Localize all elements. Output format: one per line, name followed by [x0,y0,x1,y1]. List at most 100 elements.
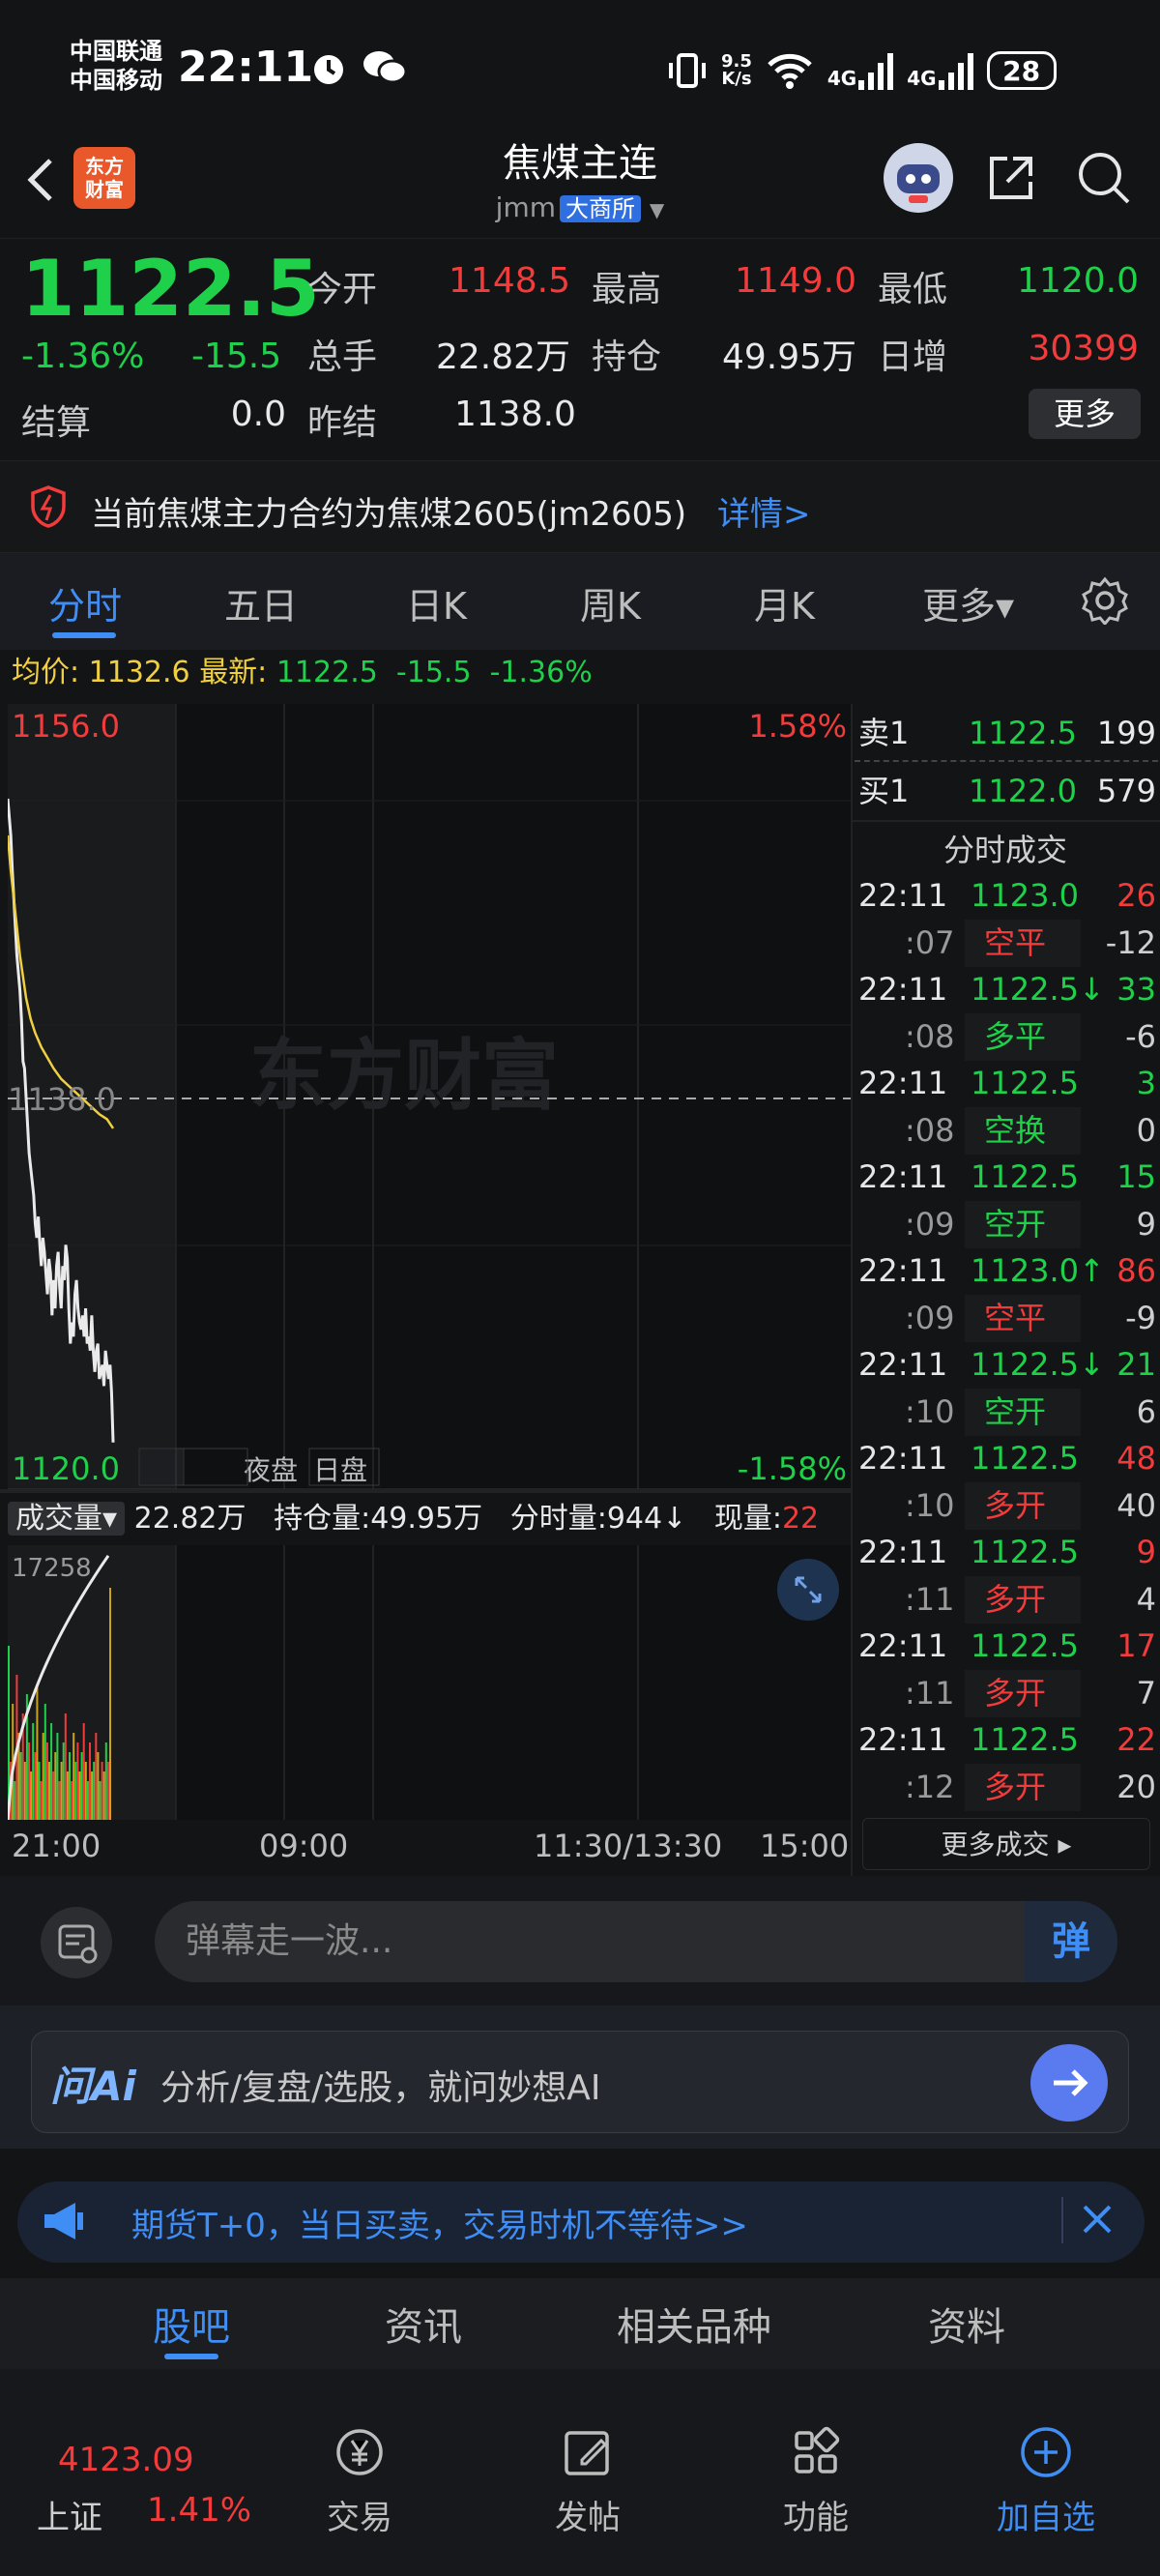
chart-separator [0,1489,851,1493]
trade-oi-change: 20 [1116,1769,1156,1805]
trade-row: 22:11 1122.5 22 [858,1716,1156,1764]
nav-add-watchlist[interactable]: 加自选 [988,2423,1104,2538]
time-label-1: 21:00 [12,1828,102,1864]
search-icon[interactable] [1075,149,1133,207]
oi-change-value: 30399 [1028,329,1139,368]
net-speed: 9.5 K/s [721,53,752,88]
notice-text: 当前焦煤主力合约为焦煤2605(jm2605) [91,495,687,534]
trade-time: 22:11 [858,877,948,914]
trade-price: 1122.5 [971,1440,1079,1477]
trade-row: 22:11 1122.5 48 [858,1435,1156,1482]
tab-profile[interactable]: 资料 [928,2296,1005,2352]
volume-bar [74,1762,77,1820]
more-button[interactable]: 更多 [1029,389,1141,439]
trade-price: 1122.5 [971,1721,1079,1758]
trade-row: 22:11 1123.0↑ 86 [858,1247,1156,1295]
tab-news[interactable]: 资讯 [385,2296,462,2352]
volume-bar [95,1733,98,1820]
tab-forum[interactable]: 股吧 [153,2296,230,2352]
intraday-chart[interactable]: 东方财富 1156.0 1.58% 1138.0 1120.0 -1.58% 夜… [8,704,851,1489]
index-value[interactable]: 4123.09 [58,2441,194,2479]
signal-2-label: 4G [907,67,937,90]
trade-oi-change: -6 [1125,1018,1156,1055]
trade-price: 1123.0 [971,877,1079,914]
tab-intraday[interactable]: 分时 [48,576,122,629]
volume-bar [34,1752,37,1820]
wifi-icon [768,53,812,89]
trade-sub-row: :07 空平 -12 [858,920,1156,967]
current-volume-value: 22 [781,1502,820,1536]
tab-daily-k[interactable]: 日K [406,576,467,629]
tab-weekly-k[interactable]: 周K [580,576,641,629]
volume-chart[interactable]: 17258 [8,1545,851,1820]
top-percent-label: 1.58% [748,708,847,745]
volume-label: 总手 [307,337,378,377]
trade-seconds: :10 [905,1487,955,1524]
share-icon[interactable] [984,151,1038,205]
avg-value: 1132.6 [88,656,190,689]
arrow-right-icon[interactable] [1030,2044,1108,2122]
current-volume-label: 现量: [713,1502,782,1536]
nav-function[interactable]: 功能 [758,2423,874,2538]
nav-trade[interactable]: 交易 [302,2423,418,2538]
volume-bar [62,1742,65,1820]
trade-sub-row: :10 多开 40 [858,1482,1156,1530]
signal-1-icon: 4G [827,51,894,90]
time-label-2: 09:00 [259,1828,349,1864]
wechat-icon [362,48,408,91]
bid-label: 买1 [858,773,910,809]
warning-icon [29,485,68,528]
vibrate-icon [669,53,706,88]
trade-oi-change: 6 [1136,1393,1156,1430]
trade-seconds: :11 [905,1675,955,1712]
night-session-label: 夜盘 [244,1454,298,1486]
last-value: 1122.5 [276,656,378,689]
trade-row: 22:11 1122.5 17 [858,1623,1156,1670]
volume-total: 22.82万 [133,1502,246,1536]
carrier-labels: 中国联通 中国移动 [70,37,162,95]
trade-sub-row: :11 多开 7 [858,1670,1156,1717]
volume-bar [36,1684,39,1820]
close-icon[interactable] [1075,2197,1119,2241]
low-value: 1120.0 [1017,261,1139,301]
tab-monthly-k[interactable]: 月K [754,576,815,629]
more-trades-button[interactable]: 更多成交 ▸ [862,1818,1150,1870]
trade-time: 22:11 [858,971,948,1008]
trade-oi-change: 0 [1136,1112,1156,1149]
tab-five-day[interactable]: 五日 [224,576,298,629]
pre-settle-value: 1138.0 [454,395,576,434]
danmaku-input[interactable]: 弹幕走一波... [155,1901,1117,1982]
danmaku-send-button[interactable]: 弹 [1025,1901,1117,1982]
volume-bar [32,1723,35,1820]
trade-time: 22:11 [858,1627,948,1664]
trade-time: 22:11 [858,1346,948,1383]
nav-add-watchlist-label: 加自选 [997,2499,1095,2537]
index-percent: 1.41% [147,2491,252,2530]
edit-icon [565,2431,609,2475]
trade-time: 22:11 [858,1158,948,1195]
volume-bar [23,1762,26,1820]
gear-icon[interactable] [1081,576,1129,627]
nav-post[interactable]: 发帖 [530,2423,646,2538]
danmaku-toggle-icon[interactable] [41,1907,112,1978]
volume-bar [48,1762,50,1820]
tab-related[interactable]: 相关品种 [617,2296,771,2352]
pre-settle-label: 昨结 [307,403,378,443]
volume-bar [28,1742,30,1820]
volume-bar [82,1723,85,1820]
plus-circle-icon [1021,2427,1071,2477]
tab-more[interactable]: 更多▾ [922,576,1014,629]
last-change: -15.5 [395,656,472,689]
index-name: 上证 [37,2499,102,2537]
signal-2-icon: 4G [907,51,973,90]
notice-detail-link[interactable]: 详情> [717,487,811,535]
tick-volume-label: 分时量: [509,1502,607,1536]
volume-indicator-selector[interactable]: 成交量▾ [8,1502,126,1536]
time-label-4: 15:00 [760,1828,850,1864]
oi-label-2: 持仓量: [274,1502,371,1536]
trade-sub-row: :08 空换 0 [858,1107,1156,1155]
bottom-price-label: 1120.0 [12,1450,120,1487]
robot-assistant-icon[interactable] [884,143,953,213]
oi-change-label: 日增 [878,337,948,377]
last-label: 最新: [199,656,268,689]
